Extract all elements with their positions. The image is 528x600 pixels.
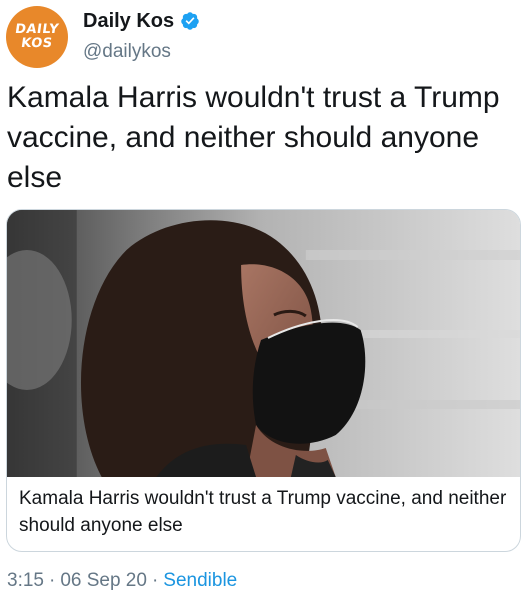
- meta-separator-2: ·: [151, 570, 159, 591]
- tweet-time[interactable]: 3:15: [7, 570, 44, 592]
- avatar[interactable]: DAILY KOS: [6, 6, 68, 68]
- display-name-row: Daily Kos: [83, 8, 200, 34]
- tweet-header: DAILY KOS Daily Kos @dailykos: [6, 6, 200, 68]
- tweet-date[interactable]: 06 Sep 20: [60, 570, 147, 592]
- card-photo: [7, 210, 520, 477]
- tweet-text: Kamala Harris wouldn't trust a Trump vac…: [7, 81, 500, 194]
- link-card[interactable]: Kamala Harris wouldn't trust a Trump vac…: [6, 209, 521, 552]
- meta-separator-1: ·: [48, 570, 56, 591]
- tweet-source-link[interactable]: Sendible: [163, 570, 237, 592]
- avatar-logo-text-line2: KOS: [20, 36, 54, 51]
- avatar-logo-text-line1: DAILY: [14, 22, 61, 37]
- display-name[interactable]: Daily Kos: [83, 10, 174, 33]
- tweet-meta: 3:15 · 06 Sep 20 · Sendible: [7, 570, 237, 592]
- tweet: DAILY KOS Daily Kos @dailykos Kamala Har…: [0, 0, 528, 600]
- author-names: Daily Kos @dailykos: [83, 6, 200, 63]
- verified-badge-icon: [180, 11, 200, 31]
- handle[interactable]: @dailykos: [83, 41, 200, 63]
- card-title[interactable]: Kamala Harris wouldn't trust a Trump vac…: [7, 477, 520, 539]
- card-image[interactable]: [7, 210, 520, 477]
